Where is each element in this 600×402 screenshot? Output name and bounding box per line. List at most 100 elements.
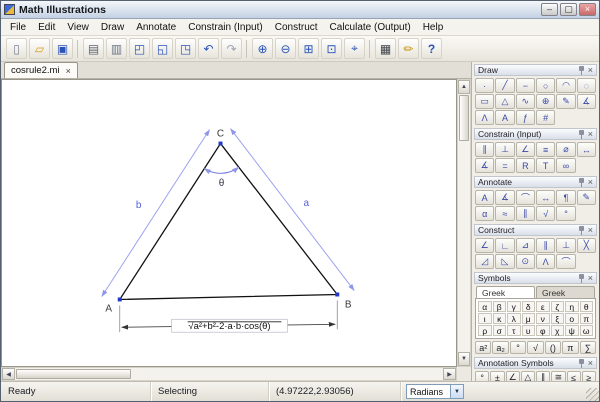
- draw-tool-button[interactable]: ∡: [577, 94, 596, 109]
- greek-letter-button[interactable]: θ: [580, 301, 594, 312]
- label-a[interactable]: A: [105, 303, 112, 314]
- close-icon[interactable]: ×: [588, 66, 593, 75]
- zoom-out[interactable]: ⊖: [275, 38, 296, 59]
- symbol-format-button[interactable]: a₂: [492, 341, 508, 354]
- vertical-scroll-thumb[interactable]: [459, 95, 469, 141]
- construct-tool-button[interactable]: ∠: [475, 238, 494, 253]
- dimension-line-b[interactable]: [102, 130, 210, 297]
- pin-icon[interactable]: [578, 359, 585, 368]
- greek-letter-button[interactable]: κ: [493, 313, 507, 324]
- greek-letter-button[interactable]: μ: [522, 313, 536, 324]
- constrain-tool-button[interactable]: ≡: [536, 142, 555, 157]
- side-label-a[interactable]: a: [304, 198, 310, 209]
- help[interactable]: ?: [421, 38, 442, 59]
- new[interactable]: ▯: [6, 38, 27, 59]
- annotation-symbol-button[interactable]: ±: [490, 371, 504, 381]
- draw-tool-button[interactable]: ✎: [556, 94, 575, 109]
- annotation-symbol-button[interactable]: ≅: [551, 371, 565, 381]
- constrain-tool-button[interactable]: ∠: [516, 142, 535, 157]
- undo[interactable]: ↶: [198, 38, 219, 59]
- annotate-tool-button[interactable]: ≈: [495, 206, 514, 221]
- view-side[interactable]: ◳: [175, 38, 196, 59]
- draw-tool-button[interactable]: ƒ: [516, 110, 535, 125]
- close-icon[interactable]: ×: [588, 178, 593, 187]
- annotate-tool-button[interactable]: ∡: [495, 190, 514, 205]
- horizontal-scrollbar[interactable]: ◀ ▶: [1, 367, 457, 381]
- separator[interactable]: [369, 40, 371, 58]
- scroll-up-icon[interactable]: ▲: [458, 80, 470, 94]
- annotate-tool-button[interactable]: √: [536, 206, 555, 221]
- greek-letter-button[interactable]: ρ: [478, 325, 492, 336]
- draw-tool-button[interactable]: A: [495, 110, 514, 125]
- greek-letter-button[interactable]: γ: [507, 301, 521, 312]
- constrain-tool-button[interactable]: ∞: [556, 158, 575, 173]
- constrain-tool-button[interactable]: R: [516, 158, 535, 173]
- menu-item[interactable]: Help: [417, 20, 450, 35]
- vertex-a[interactable]: [118, 297, 122, 301]
- annotate-tool-button[interactable]: ↔: [536, 190, 555, 205]
- greek-letter-button[interactable]: υ: [522, 325, 536, 336]
- vertex-c[interactable]: [219, 142, 223, 146]
- document-tab[interactable]: cosrule2.mi ×: [4, 62, 78, 78]
- annotation-symbol-button[interactable]: △: [521, 371, 535, 381]
- greek-letter-button[interactable]: ο: [565, 313, 579, 324]
- annotate-tool-button[interactable]: ∥: [516, 206, 535, 221]
- open[interactable]: ▱: [29, 38, 50, 59]
- symbols-panel-header[interactable]: Symbols ×: [474, 272, 597, 284]
- pin-icon[interactable]: [578, 226, 585, 235]
- draw-tool-button[interactable]: Λ: [475, 110, 494, 125]
- triangle[interactable]: [120, 144, 338, 300]
- zoom-window[interactable]: ⊞: [298, 38, 319, 59]
- greek-letter-button[interactable]: ζ: [551, 301, 565, 312]
- draw-tool-button[interactable]: −: [516, 78, 535, 93]
- annotation-symbol-button[interactable]: ≤: [567, 371, 581, 381]
- annotation-symbol-button[interactable]: ∠: [506, 371, 520, 381]
- label-c[interactable]: C: [217, 129, 224, 140]
- constrain-panel-header[interactable]: Constrain (Input) ×: [474, 128, 597, 140]
- construct-tool-button[interactable]: ⊿: [516, 238, 535, 253]
- symbol-format-button[interactable]: π: [562, 341, 578, 354]
- save[interactable]: ▣: [52, 38, 73, 59]
- symbol-format-button[interactable]: ∑: [580, 341, 596, 354]
- annotate-tool-button[interactable]: α: [475, 206, 494, 221]
- annotation-symbols-header[interactable]: Annotation Symbols ×: [474, 357, 597, 369]
- separator[interactable]: [77, 40, 79, 58]
- grid[interactable]: ▦: [375, 38, 396, 59]
- construct-tool-button[interactable]: ∟: [495, 238, 514, 253]
- symbol-format-button[interactable]: √: [527, 341, 543, 354]
- separator[interactable]: [246, 40, 248, 58]
- menu-item[interactable]: Annotate: [130, 20, 182, 35]
- scroll-right-icon[interactable]: ▶: [443, 368, 456, 380]
- pan[interactable]: ⌖: [344, 38, 365, 59]
- draw-tool-button[interactable]: ◌: [577, 78, 596, 93]
- pin-icon[interactable]: [578, 274, 585, 283]
- draw-tool-button[interactable]: ⊕: [536, 94, 555, 109]
- symbol-format-button[interactable]: (): [545, 341, 561, 354]
- draw-tool-button[interactable]: ·: [475, 78, 494, 93]
- greek-letter-button[interactable]: β: [493, 301, 507, 312]
- annotate-tool-button[interactable]: ✎: [577, 190, 596, 205]
- greek-letter-button[interactable]: ψ: [565, 325, 579, 336]
- zoom-extents[interactable]: ⊡: [321, 38, 342, 59]
- construct-tool-button[interactable]: ∥: [536, 238, 555, 253]
- greek-letter-button[interactable]: ν: [536, 313, 550, 324]
- greek-letter-button[interactable]: ι: [478, 313, 492, 324]
- menu-item[interactable]: Edit: [32, 20, 61, 35]
- greek-letter-button[interactable]: ε: [536, 301, 550, 312]
- draw-tool-button[interactable]: ○: [536, 78, 555, 93]
- constrain-tool-button[interactable]: =: [495, 158, 514, 173]
- greek-letter-button[interactable]: σ: [493, 325, 507, 336]
- annotation-symbol-button[interactable]: ∥: [536, 371, 550, 381]
- annotation-symbol-button[interactable]: °: [475, 371, 489, 381]
- annotate-tool-button[interactable]: °: [556, 206, 575, 221]
- menu-item[interactable]: File: [4, 20, 32, 35]
- horizontal-scroll-thumb[interactable]: [16, 369, 131, 379]
- view-top[interactable]: ◱: [152, 38, 173, 59]
- copy[interactable]: ▥: [106, 38, 127, 59]
- resize-grip[interactable]: [586, 388, 599, 401]
- minimize-button[interactable]: –: [541, 3, 558, 16]
- view-front[interactable]: ◰: [129, 38, 150, 59]
- draw-tool-button[interactable]: ∿: [516, 94, 535, 109]
- angle-arc[interactable]: [204, 167, 238, 173]
- print[interactable]: ▤: [83, 38, 104, 59]
